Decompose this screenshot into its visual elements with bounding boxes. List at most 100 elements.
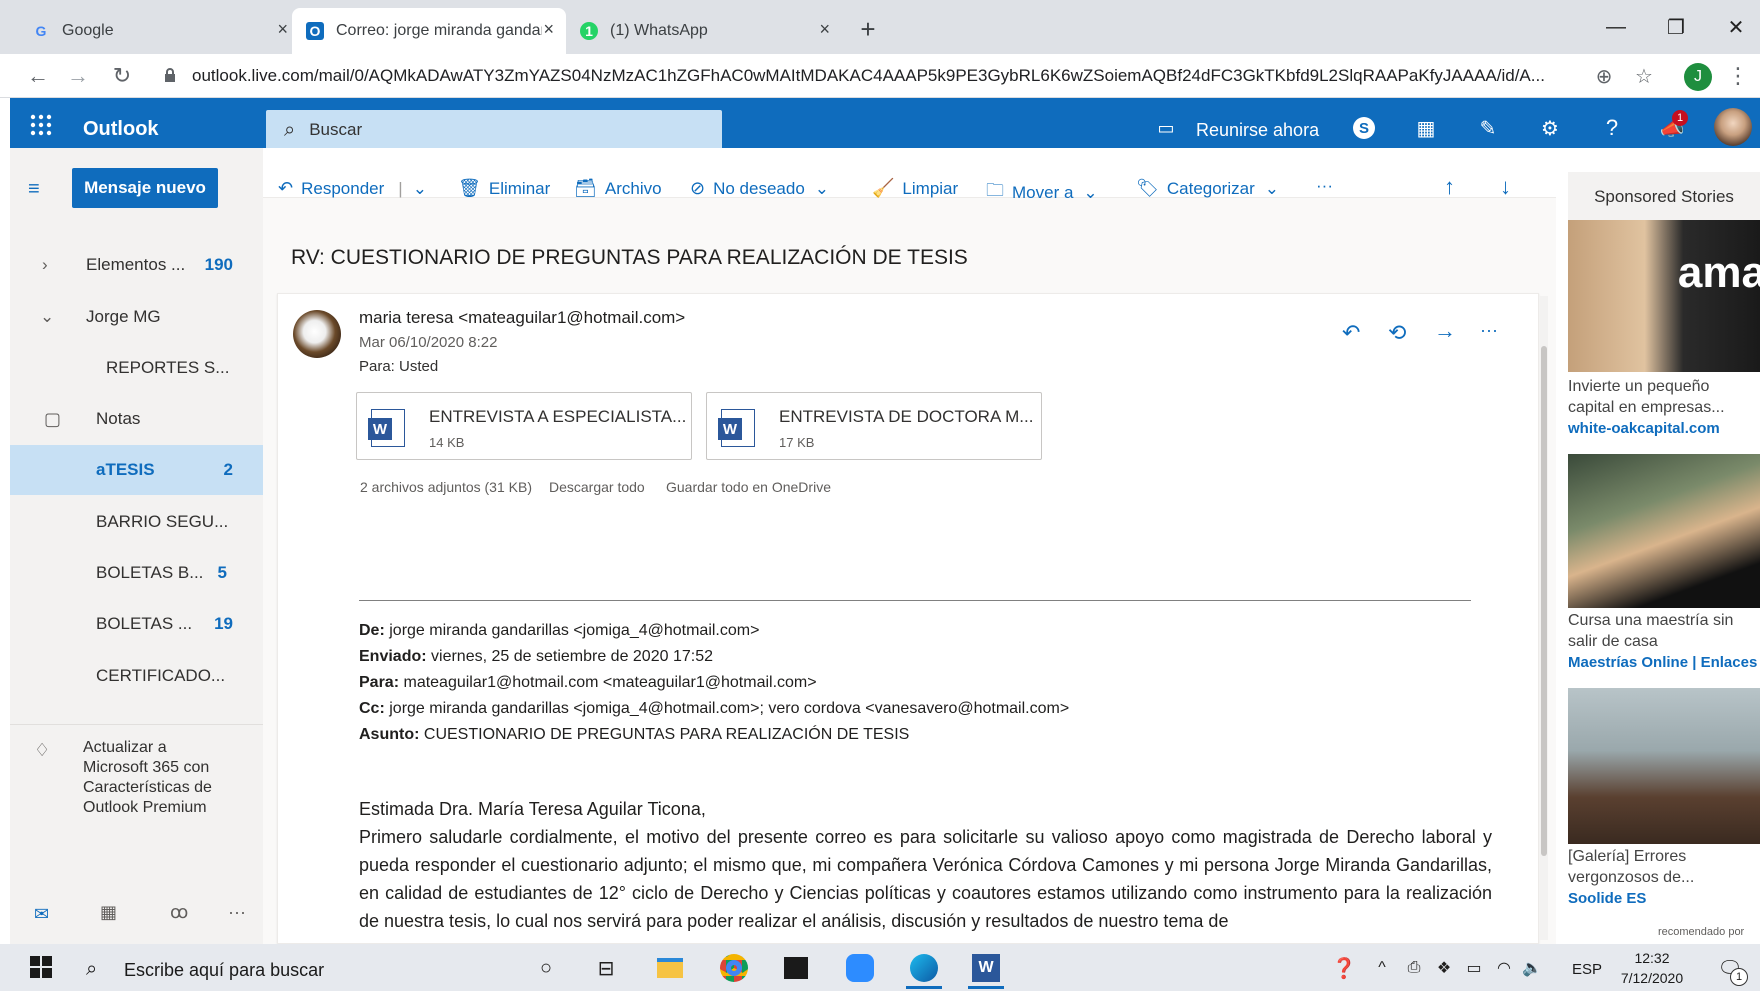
folder-item-selected[interactable]: aTESIS 2 xyxy=(10,445,263,495)
file-explorer-icon[interactable] xyxy=(652,950,688,986)
next-arrow-icon[interactable]: ↓ xyxy=(1500,174,1511,200)
clock-time[interactable]: 12:32 xyxy=(1620,950,1684,966)
forward-icon[interactable]: → xyxy=(62,60,94,92)
save-onedrive-link[interactable]: Guardar todo en OneDrive xyxy=(666,479,831,495)
upgrade-link[interactable]: Actualizar a Microsoft 365 con Caracterí… xyxy=(83,738,233,818)
ad-image[interactable] xyxy=(1568,688,1760,844)
settings-gear-icon[interactable]: ⚙ xyxy=(1534,112,1566,144)
bookmark-star-icon[interactable]: ☆ xyxy=(1628,60,1660,92)
collapse-chevron-icon[interactable]: ⌄ xyxy=(40,307,54,327)
ad-title[interactable]: Invierte un pequeño capital en empresas.… xyxy=(1568,376,1760,418)
url-field[interactable]: outlook.live.com/mail/0/AQMkADAwATY3ZmYA… xyxy=(192,60,1612,92)
folder-item[interactable]: ▢ Notas xyxy=(10,394,263,444)
clock-date[interactable]: 7/12/2020 xyxy=(1614,970,1690,986)
ad-image[interactable]: ama xyxy=(1568,220,1760,372)
expand-chevron-icon[interactable]: › xyxy=(42,255,48,275)
scrollbar[interactable] xyxy=(1540,296,1548,940)
new-message-button[interactable]: Mensaje nuevo xyxy=(72,168,218,208)
download-all-link[interactable]: Descargar todo xyxy=(549,479,645,495)
windows-start-icon[interactable] xyxy=(30,956,54,980)
close-tab-icon[interactable]: × xyxy=(819,19,830,40)
hamburger-icon[interactable]: ≡ xyxy=(28,178,40,201)
reload-icon[interactable]: ↻ xyxy=(106,60,138,92)
folder-item[interactable]: BOLETAS ... 19 xyxy=(10,599,263,649)
categorize-button[interactable]: 🏷 Categorizar ⌄ xyxy=(1136,178,1279,199)
ad-title[interactable]: [Galería] Errores vergonzosos de... xyxy=(1568,846,1760,888)
tab-whatsapp[interactable]: 1 (1) WhatsApp × xyxy=(566,8,842,54)
junk-button[interactable]: ⊘ No deseado ⌄ xyxy=(690,178,829,199)
folder-item[interactable]: BARRIO SEGU... xyxy=(10,497,263,547)
help-tray-icon[interactable]: ❓ xyxy=(1326,950,1362,986)
scrollbar-thumb[interactable] xyxy=(1541,346,1547,856)
forward-icon[interactable]: → xyxy=(1434,318,1456,344)
close-tab-icon[interactable]: × xyxy=(277,19,288,40)
calendar-edit-icon[interactable]: ✎ xyxy=(1472,112,1504,144)
taskbar-search[interactable]: Escribe aquí para buscar xyxy=(124,960,324,981)
reply-button[interactable]: ↶ Responder | ⌄ xyxy=(278,178,427,199)
ad-source[interactable]: Maestrías Online | Enlaces ... xyxy=(1568,654,1760,671)
skype-icon[interactable]: S xyxy=(1348,112,1380,144)
minimize-button[interactable]: — xyxy=(1596,10,1636,44)
reply-icon[interactable]: ↶ xyxy=(1342,320,1360,346)
archive-button[interactable]: 🗃 Archivo xyxy=(574,178,662,199)
tab-google[interactable]: G Google × xyxy=(18,8,300,54)
zoom-icon[interactable] xyxy=(842,950,878,986)
folder-item[interactable]: › Elementos ... 190 xyxy=(10,240,263,290)
cortana-icon[interactable]: ○ xyxy=(528,950,564,986)
folder-item[interactable]: REPORTES S... xyxy=(10,343,263,393)
calendar-icon[interactable]: ▦ xyxy=(100,902,117,923)
reply-all-icon[interactable]: ⟲ xyxy=(1388,320,1406,346)
help-icon[interactable]: ? xyxy=(1596,112,1628,144)
install-icon[interactable]: ⊕ xyxy=(1588,60,1620,92)
address-bar-row: ← → ↻ outlook.live.com/mail/0/AQMkADAwAT… xyxy=(0,54,1760,98)
chevron-down-icon[interactable]: ⌄ xyxy=(413,179,427,199)
tab-label: Correo: jorge miranda gandarilla xyxy=(336,22,542,39)
folder-item[interactable]: ⌄ Jorge MG xyxy=(10,292,263,342)
sender[interactable]: maria teresa <mateaguilar1@hotmail.com> xyxy=(359,308,685,328)
attachment-size: 17 KB xyxy=(779,435,815,450)
language-indicator[interactable]: ESP xyxy=(1572,961,1602,978)
ad-image[interactable] xyxy=(1568,454,1760,608)
more-apps-button[interactable]: ··· xyxy=(228,902,246,923)
search-box[interactable]: ⌕ Buscar xyxy=(266,110,722,150)
office-icon[interactable]: ▦ xyxy=(1410,112,1442,144)
message-more-button[interactable]: ··· xyxy=(1480,320,1498,341)
fwd-subject: Asunto: CUESTIONARIO DE PREGUNTAS PARA R… xyxy=(359,726,910,743)
previous-arrow-icon[interactable]: ↑ xyxy=(1444,174,1455,200)
delete-button[interactable]: 🗑 Eliminar xyxy=(458,178,550,199)
people-icon[interactable]: ꝏ xyxy=(170,902,188,923)
broom-icon: 🧹 xyxy=(872,178,895,198)
word-doc-icon: W xyxy=(718,409,755,447)
back-icon[interactable]: ← xyxy=(22,60,54,92)
task-view-icon[interactable]: ⊟ xyxy=(588,950,624,986)
sweep-button[interactable]: 🧹 Limpiar xyxy=(872,178,958,199)
ad-title[interactable]: Cursa una maestría sin salir de casa xyxy=(1568,610,1760,652)
app-launcher-icon[interactable] xyxy=(28,112,54,138)
ad-source[interactable]: Soolide ES xyxy=(1568,890,1760,907)
lock-icon xyxy=(164,68,176,82)
browser-menu-icon[interactable]: ⋮ xyxy=(1722,60,1754,92)
folder-item[interactable]: BOLETAS B... 5 xyxy=(10,548,263,598)
chrome-icon[interactable] xyxy=(716,950,752,986)
mail-icon[interactable]: ✉ xyxy=(34,904,49,925)
close-tab-icon[interactable]: × xyxy=(543,19,554,40)
new-tab-button[interactable]: + xyxy=(852,14,884,46)
user-avatar[interactable] xyxy=(1714,108,1752,146)
edge-icon[interactable] xyxy=(906,950,942,986)
meet-now-button[interactable]: Reunirse ahora xyxy=(1196,120,1319,141)
tab-outlook[interactable]: O Correo: jorge miranda gandarilla × xyxy=(292,8,566,54)
word-icon[interactable]: W xyxy=(968,950,1004,986)
attachment-card[interactable]: W ENTREVISTA DE DOCTORA M... 17 KB xyxy=(706,392,1042,460)
more-actions-button[interactable]: ··· xyxy=(1316,176,1333,196)
volume-icon[interactable]: 🔈 xyxy=(1514,950,1550,986)
folder-item[interactable]: CERTIFICADO... xyxy=(10,651,263,701)
close-window-button[interactable]: ✕ xyxy=(1716,10,1756,44)
store-icon[interactable] xyxy=(778,950,814,986)
restore-button[interactable]: ❐ xyxy=(1656,10,1696,44)
profile-avatar[interactable]: J xyxy=(1684,63,1712,91)
app-title[interactable]: Outlook xyxy=(83,118,159,141)
tray-chevron-icon[interactable]: ^ xyxy=(1364,950,1400,986)
ad-source[interactable]: white-oakcapital.com xyxy=(1568,420,1760,437)
whatsapp-icon: 1 xyxy=(580,22,598,40)
attachment-card[interactable]: W ENTREVISTA A ESPECIALISTA... 14 KB xyxy=(356,392,692,460)
